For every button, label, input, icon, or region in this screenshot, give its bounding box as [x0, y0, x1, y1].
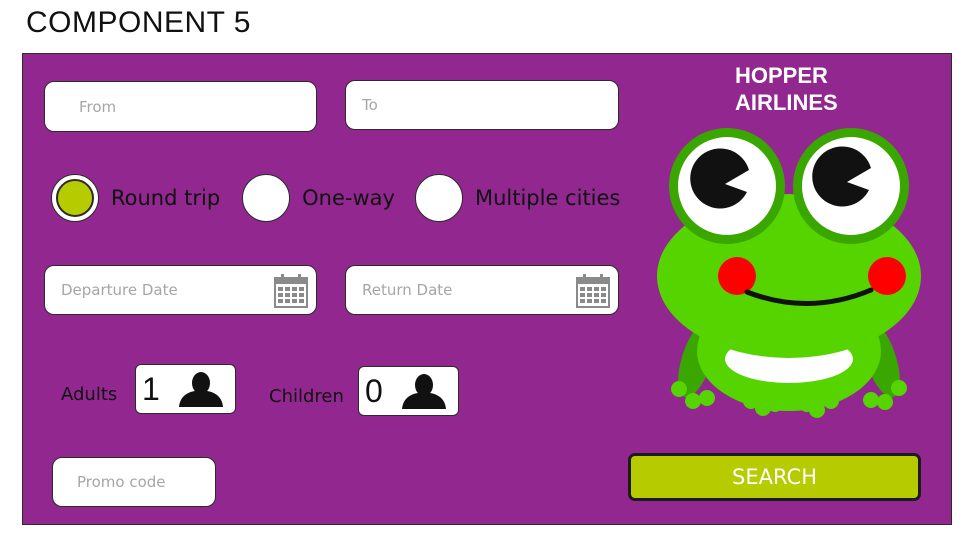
- return-date-field[interactable]: Return Date: [345, 265, 619, 315]
- children-label: Children: [269, 386, 344, 407]
- adults-label: Adults: [61, 384, 118, 405]
- departure-date-field[interactable]: Departure Date: [44, 265, 317, 315]
- children-counter[interactable]: 0: [358, 366, 459, 416]
- radio-multiple-cities[interactable]: [414, 174, 463, 222]
- radio-label-multiple-cities: Multiple cities: [474, 186, 621, 210]
- radio-selected-dot: [56, 179, 94, 217]
- radio-round-trip[interactable]: [51, 174, 99, 222]
- page-title: COMPONENT 5: [26, 6, 251, 39]
- person-icon: [178, 372, 223, 407]
- frog-mascot: [657, 128, 921, 418]
- brand-line-2: AIRLINES: [735, 90, 838, 115]
- from-placeholder: From: [79, 97, 117, 116]
- trip-option-round[interactable]: Round trip: [51, 174, 220, 222]
- flight-search-panel: From To Round trip One-way Multiple citi…: [22, 53, 952, 525]
- brand-name: HOPPER AIRLINES: [735, 62, 838, 116]
- person-icon: [401, 374, 446, 409]
- promo-code-placeholder: Promo code: [77, 473, 166, 491]
- return-date-placeholder: Return Date: [362, 281, 453, 299]
- adults-counter[interactable]: 1: [135, 364, 236, 414]
- radio-label-one-way: One-way: [302, 186, 395, 210]
- from-field[interactable]: From: [44, 81, 317, 132]
- search-button[interactable]: SEARCH: [628, 453, 921, 501]
- children-count: 0: [365, 372, 383, 409]
- adults-count: 1: [142, 370, 160, 407]
- calendar-icon[interactable]: [576, 274, 610, 308]
- trip-type-group: Round trip One-way Multiple cities: [51, 174, 642, 222]
- calendar-icon[interactable]: [274, 274, 308, 308]
- to-placeholder: To: [362, 96, 378, 114]
- trip-option-multi[interactable]: Multiple cities: [414, 174, 621, 222]
- to-field[interactable]: To: [345, 80, 619, 130]
- departure-date-placeholder: Departure Date: [61, 281, 178, 299]
- radio-label-round-trip: Round trip: [111, 186, 221, 210]
- radio-one-way[interactable]: [242, 174, 291, 222]
- trip-option-oneway[interactable]: One-way: [242, 174, 395, 222]
- promo-code-field[interactable]: Promo code: [52, 457, 216, 507]
- brand-line-1: HOPPER: [735, 63, 828, 88]
